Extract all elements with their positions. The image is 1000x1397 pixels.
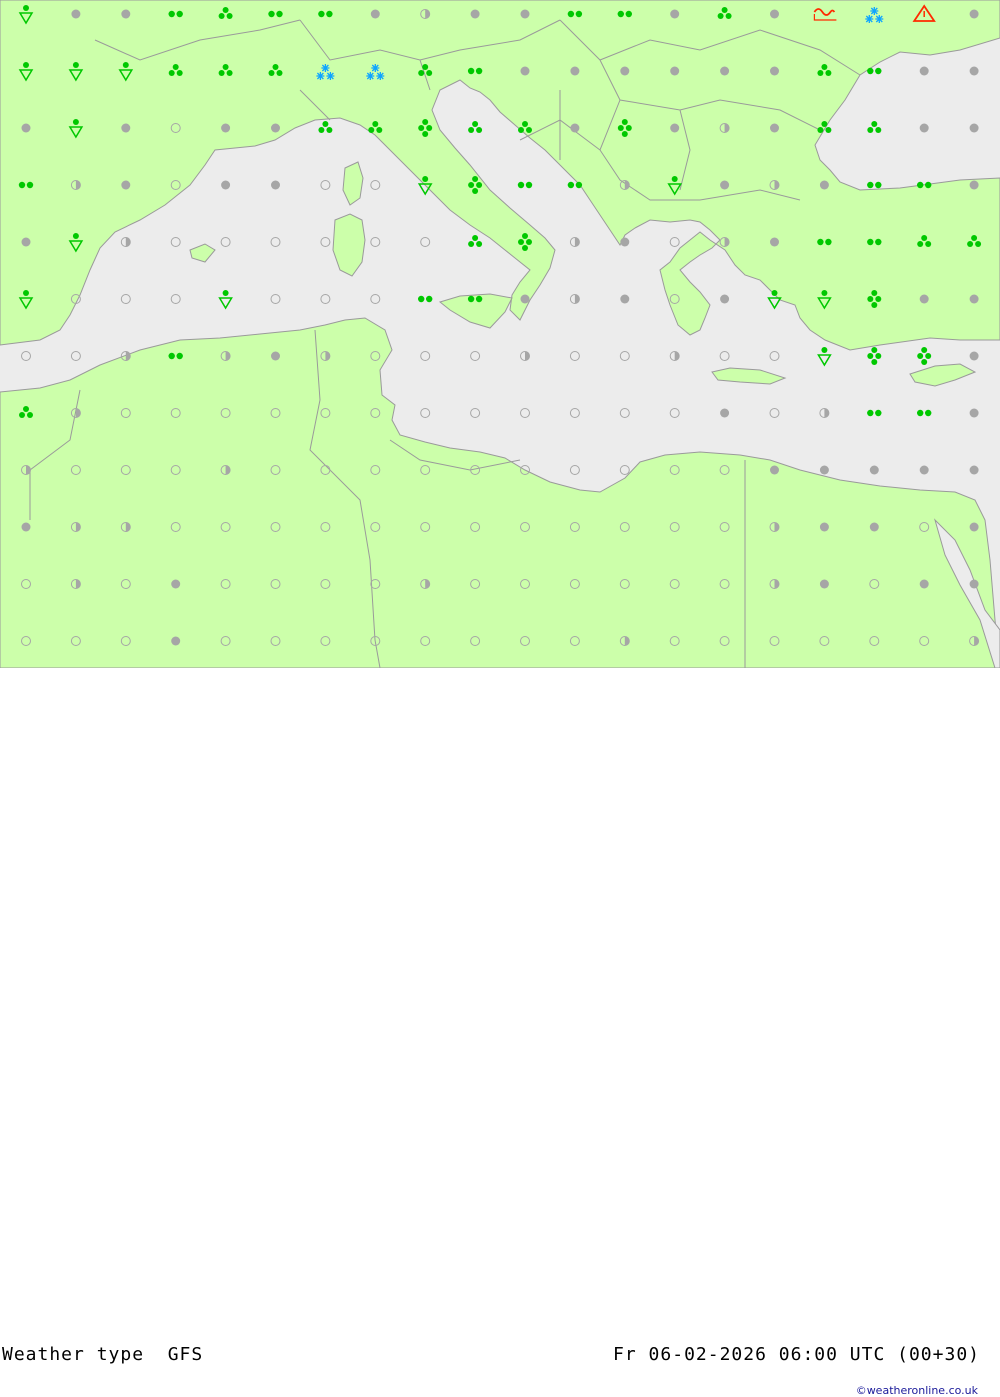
cloudy-icon (171, 636, 181, 646)
cloudy-icon (770, 9, 779, 19)
cloudy-icon (969, 408, 979, 418)
cloudy-icon (121, 9, 131, 19)
cloudy-icon (720, 180, 730, 190)
cloudy-icon (520, 66, 530, 76)
cloudy-icon (470, 9, 480, 19)
cloudy-icon (969, 465, 979, 475)
cloudy-icon (21, 237, 31, 247)
cloudy-icon (770, 465, 779, 475)
cloudy-icon (770, 237, 779, 247)
cloudy-icon (770, 123, 779, 133)
credit-link[interactable]: ©weatheronline.co.uk (856, 1384, 978, 1397)
cloudy-icon (919, 66, 929, 76)
cloudy-icon (520, 9, 530, 19)
cloudy-icon (919, 579, 929, 589)
cloudy-icon (570, 123, 580, 133)
cloudy-icon (71, 9, 81, 19)
footer: Weather type GFS Fr 06-02-2026 06:00 UTC… (0, 668, 1000, 1397)
cloudy-icon (370, 9, 380, 19)
map-title: Weather type GFS (2, 1344, 204, 1365)
cloudy-icon (819, 579, 829, 589)
cloudy-icon (969, 579, 979, 589)
cloudy-icon (969, 180, 979, 190)
cloudy-icon (720, 294, 730, 304)
cloudy-icon (570, 66, 580, 76)
cloudy-icon (720, 66, 730, 76)
cloudy-icon (221, 180, 231, 190)
cloudy-icon (819, 465, 829, 475)
cloudy-icon (271, 180, 280, 190)
cloudy-icon (770, 66, 779, 76)
cloudy-icon (21, 522, 31, 532)
cloudy-icon (969, 9, 979, 19)
weather-map (0, 0, 1000, 668)
cloudy-icon (919, 465, 929, 475)
cloudy-icon (271, 351, 280, 361)
cloudy-icon (969, 66, 979, 76)
cloudy-icon (720, 408, 730, 418)
cloudy-icon (121, 180, 131, 190)
cloudy-icon (670, 9, 680, 19)
cloudy-icon (919, 123, 929, 133)
cloudy-icon (819, 522, 829, 532)
cloudy-icon (520, 294, 530, 304)
cloudy-icon (221, 123, 231, 133)
cloudy-icon (670, 123, 680, 133)
cloudy-icon (620, 237, 630, 247)
cloudy-icon (969, 522, 979, 532)
cloudy-icon (271, 123, 280, 133)
cloudy-icon (869, 522, 879, 532)
cloudy-icon (171, 579, 181, 589)
cloudy-icon (919, 294, 929, 304)
cloudy-icon (969, 294, 979, 304)
cloudy-icon (969, 351, 979, 361)
cloudy-icon (21, 123, 31, 133)
map-datetime: Fr 06-02-2026 06:00 UTC (00+30) (613, 1344, 980, 1365)
cloudy-icon (121, 123, 131, 133)
cloudy-icon (670, 66, 680, 76)
cloudy-icon (620, 294, 630, 304)
cloudy-icon (969, 123, 979, 133)
cloudy-icon (869, 465, 879, 475)
cloudy-icon (620, 66, 630, 76)
cloudy-icon (819, 180, 829, 190)
